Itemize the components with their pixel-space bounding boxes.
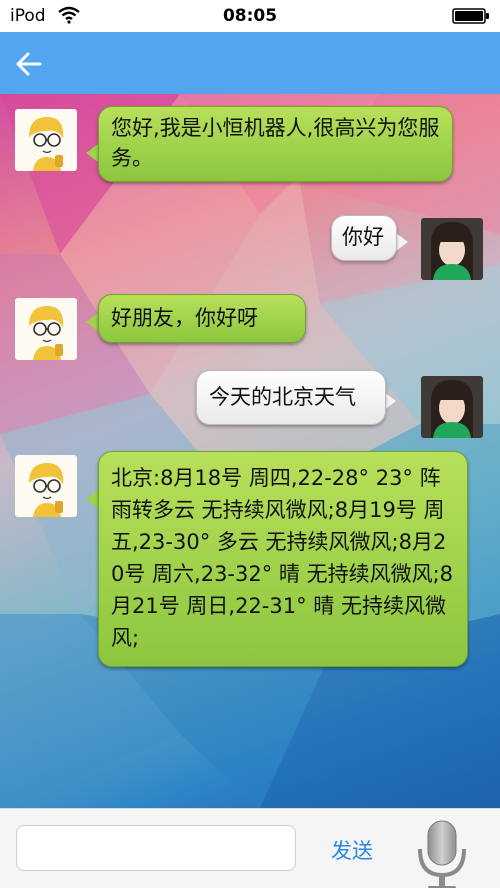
status-bar: iPod 08:05 xyxy=(0,0,500,32)
user-avatar[interactable] xyxy=(421,218,483,280)
bot-avatar[interactable] xyxy=(15,109,77,171)
user-message-bubble[interactable]: 今天的北京天气 xyxy=(196,370,386,425)
send-button[interactable]: 发送 xyxy=(322,833,382,869)
message-input[interactable] xyxy=(16,825,296,871)
bot-message-bubble[interactable]: 北京:8月18号 周四,22-28° 23° 阵雨转多云 无持续风微风;8月19… xyxy=(98,451,468,667)
back-arrow-icon[interactable] xyxy=(14,49,44,79)
bubble-tail xyxy=(86,144,98,162)
chat-screen: iPod 08:05 您好,我是小恒机器人,很高兴为您服务。 你好 好朋友，你好… xyxy=(0,0,500,888)
nav-bar xyxy=(0,32,500,94)
bubble-tail xyxy=(86,490,98,508)
user-message-bubble[interactable]: 你好 xyxy=(331,215,397,261)
bubble-tail xyxy=(396,233,408,251)
robot-avatar-icon xyxy=(15,298,77,360)
robot-avatar-icon xyxy=(15,109,77,171)
user-avatar[interactable] xyxy=(421,376,483,438)
status-time: 08:05 xyxy=(222,6,278,26)
bot-avatar[interactable] xyxy=(15,455,77,517)
bot-avatar[interactable] xyxy=(15,298,77,360)
robot-avatar-icon xyxy=(15,455,77,517)
input-bar: 发送 xyxy=(0,808,500,888)
user-photo-icon xyxy=(421,376,483,438)
bot-message-bubble[interactable]: 好朋友，你好呀 xyxy=(98,294,306,343)
bubble-tail xyxy=(86,313,98,331)
battery-icon xyxy=(452,8,489,24)
microphone-icon[interactable] xyxy=(416,819,468,888)
user-photo-icon xyxy=(421,218,483,280)
chat-area[interactable]: 您好,我是小恒机器人,很高兴为您服务。 你好 好朋友，你好呀 今天的北京天气 北… xyxy=(0,94,500,808)
bot-message-bubble[interactable]: 您好,我是小恒机器人,很高兴为您服务。 xyxy=(98,106,453,182)
